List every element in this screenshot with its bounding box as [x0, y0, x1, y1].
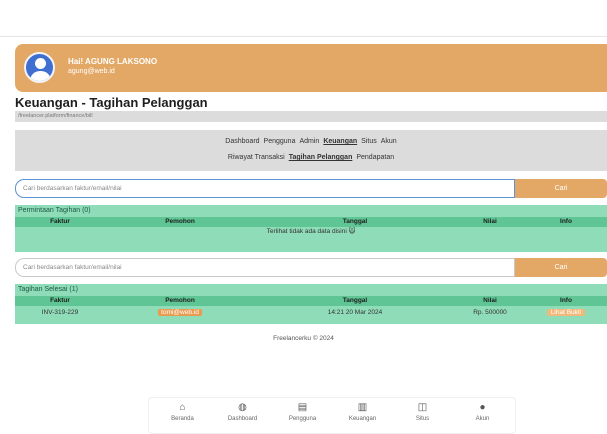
users-icon: ▤ [297, 402, 308, 413]
cell-tanggal: 14:21 20 Mar 2024 [327, 309, 383, 316]
avatar-head [35, 58, 46, 69]
nav-item-admin[interactable]: Admin [299, 138, 319, 145]
search-bar-requests: Cari berdasarkan faktur/email/nilai Cari [15, 179, 607, 198]
bottom-nav-label: Akun [475, 416, 490, 422]
nav-item-keuangan[interactable]: Keuangan [323, 138, 357, 145]
subnav-item-riwayat-transaksi[interactable]: Riwayat Transaksi [228, 154, 285, 161]
search-input-requests[interactable]: Cari berdasarkan faktur/email/nilai [15, 179, 515, 198]
bottom-nav-label: Pengguna [288, 416, 317, 422]
cell-pemohon: tomi@web.id [105, 308, 255, 318]
column-header-info: Info [560, 297, 572, 304]
subnav-item-tagihan-pelanggan[interactable]: Tagihan Pelanggan [289, 154, 353, 161]
bottom-navigation: ⌂ Beranda ◍ Dashboard ▤ Pengguna ▥ Keuangan ◫ Sit… [148, 397, 516, 434]
bottom-nav-label: Beranda [171, 416, 194, 422]
cell-faktur: INV-319-229 [41, 309, 79, 316]
nav-item-situs[interactable]: Situs [361, 138, 377, 145]
page-title: Keuangan - Tagihan Pelanggan [15, 95, 208, 110]
nav-item-dashboard[interactable]: Dashboard [225, 138, 259, 145]
requests-title: Permintaan Tagihan (0) [18, 207, 91, 214]
dashboard-icon: ◍ [238, 402, 247, 413]
subnav-item-pendapatan[interactable]: Pendapatan [356, 154, 394, 161]
finance-icon: ▥ [357, 402, 368, 413]
bottom-nav-akun[interactable]: ● Akun [455, 401, 510, 422]
avatar[interactable] [24, 52, 55, 83]
bottom-nav-situs[interactable]: ◫ Situs [395, 401, 450, 422]
requests-table-header: Faktur Pemohon Tanggal Nilai Info [15, 217, 607, 227]
user-email: agung@web.id [68, 68, 115, 75]
column-header-nilai: Nilai [483, 297, 497, 304]
cell-info: Lihat Bukti [525, 308, 607, 318]
avatar-body [30, 71, 51, 81]
column-header-tanggal: Tanggal [342, 218, 368, 225]
search-bar-completed: Cari berdasarkan faktur/email/nilai Cari [15, 258, 607, 277]
bottom-nav-pengguna[interactable]: ▤ Pengguna [275, 401, 330, 422]
search-button-completed[interactable]: Cari [515, 258, 607, 277]
table-row: INV-319-229 tomi@web.id 14:21 20 Mar 202… [15, 308, 607, 318]
column-header-faktur: Faktur [50, 218, 70, 225]
greeting-text: Hai! AGUNG LAKSONO [68, 57, 158, 66]
nav-item-pengguna[interactable]: Pengguna [264, 138, 296, 145]
bottom-nav-label: Situs [415, 416, 430, 422]
bottom-nav-dashboard[interactable]: ◍ Dashboard [215, 401, 270, 422]
site-icon: ◫ [417, 402, 428, 413]
column-header-faktur: Faktur [50, 297, 70, 304]
navigation-box: Dashboard Pengguna Admin Keuangan Situs Akun … [15, 130, 607, 171]
home-icon: ⌂ [179, 402, 186, 413]
cell-nilai: Rp. 500000 [473, 309, 507, 316]
footer-copyright: Freelancerku © 2024 [273, 335, 334, 342]
top-bar [0, 0, 607, 37]
column-header-pemohon: Pemohon [165, 297, 195, 304]
search-button-requests[interactable]: Cari [515, 179, 607, 198]
requester-email-badge[interactable]: tomi@web.id [158, 309, 202, 316]
bottom-nav-keuangan[interactable]: ▥ Keuangan [335, 401, 390, 422]
completed-panel: Tagihan Selesai (1) Faktur Pemohon Tanggal… [15, 284, 607, 324]
view-proof-button[interactable]: Lihat Bukti [546, 309, 586, 316]
nav-item-akun[interactable]: Akun [381, 138, 397, 145]
requests-empty-message: Terlihat tidak ada data disini 🙀 [266, 228, 356, 235]
bottom-nav-beranda[interactable]: ⌂ Beranda [155, 401, 210, 422]
bottom-nav-label: Keuangan [348, 416, 377, 422]
requests-panel: Permintaan Tagihan (0) Faktur Pemohon Tang… [15, 205, 607, 252]
column-header-pemohon: Pemohon [165, 218, 195, 225]
bottom-nav-label: Dashboard [227, 416, 258, 422]
column-header-tanggal: Tanggal [342, 297, 368, 304]
completed-table-header: Faktur Pemohon Tanggal Nilai Info [15, 296, 607, 306]
user-header: Hai! AGUNG LAKSONO agung@web.id [15, 44, 607, 92]
completed-title: Tagihan Selesai (1) [18, 286, 78, 293]
breadcrumb: /freelancer.platform/finance/bill [15, 111, 607, 122]
column-header-nilai: Nilai [483, 218, 497, 225]
column-header-info: Info [560, 218, 572, 225]
secondary-nav: Riwayat Transaksi Tagihan Pelanggan Pendap… [15, 154, 607, 161]
account-icon: ● [479, 402, 486, 413]
primary-nav: Dashboard Pengguna Admin Keuangan Situs Akun [15, 138, 607, 145]
search-input-completed[interactable]: Cari berdasarkan faktur/email/nilai [15, 258, 515, 277]
